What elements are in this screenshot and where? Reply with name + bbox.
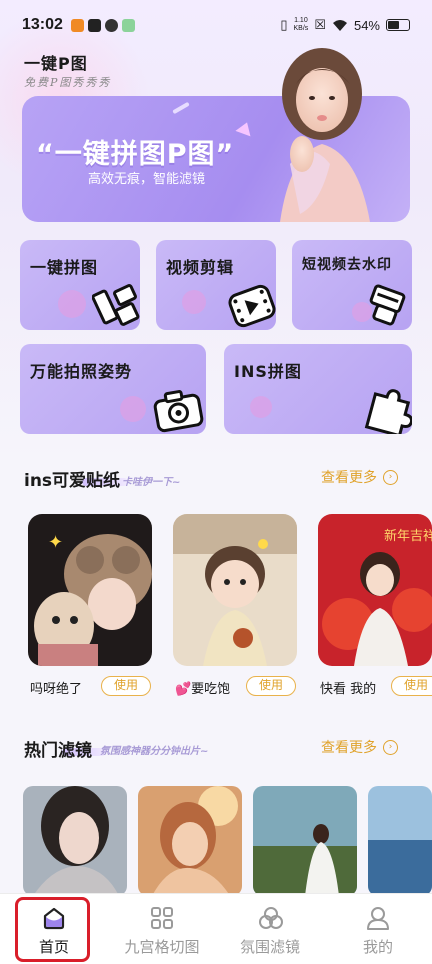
banner-decoration (172, 101, 190, 115)
battery-percent: 54% (353, 17, 380, 33)
feature-collage[interactable]: 一键拼图 (20, 240, 140, 330)
filters-title: 热门滤镜 (24, 741, 92, 761)
net-speed: 1.10 KB/s (294, 17, 309, 33)
sticker-image[interactable]: 新年吉祥 (318, 514, 432, 666)
stickers-subtitle: 卡哇伊一下~ (122, 477, 181, 488)
status-bar: 13:02 ▯ 1.10 KB/s ☒ 54% (0, 0, 432, 50)
feature-label: 万能拍照姿势 (30, 362, 133, 381)
nav-profile[interactable]: 我的 (324, 894, 432, 964)
tile-decoration (120, 396, 146, 422)
tile-decoration (250, 396, 272, 418)
filter-thumbnail[interactable] (138, 786, 242, 896)
watermark-remove-icon (369, 284, 406, 326)
nav-label: 氛围滤镜 (239, 938, 300, 956)
notification-icons (70, 18, 135, 32)
nav-label: 我的 (362, 938, 393, 956)
sticker-caption: 💕要吃饱 (175, 682, 231, 697)
banner-model-photo (280, 48, 370, 222)
use-button[interactable]: 使用 (391, 676, 432, 696)
tile-decoration (182, 290, 206, 314)
feature-label: INS拼图 (234, 362, 302, 381)
banner-headline: “一键拼图P图” (36, 139, 235, 170)
stickers-more-link[interactable]: 查看更多 › (321, 467, 398, 487)
stickers-title: ins可爱贴纸 (24, 471, 121, 491)
highlight-box (15, 897, 90, 962)
banner-tagline: 高效无痕，智能滤镜 (88, 172, 206, 187)
tile-decoration (58, 290, 86, 318)
feature-label: 短视频去水印 (302, 257, 392, 273)
filter-thumbnail[interactable] (253, 786, 357, 896)
sticker-caption: 快看 我的 (320, 682, 377, 697)
feature-watermark-remove[interactable]: 短视频去水印 (292, 240, 412, 330)
no-sim-icon: ☒ (314, 17, 326, 32)
filter-icon (259, 907, 283, 929)
use-button[interactable]: 使用 (101, 676, 151, 696)
collage-icon (92, 284, 140, 326)
sticker-image[interactable]: ✦ (28, 514, 152, 666)
notification-app-icon (121, 18, 135, 32)
feature-label: 视频剪辑 (166, 258, 235, 277)
feature-photo-pose[interactable]: 万能拍照姿势 (20, 344, 206, 434)
app-title: 一键P图 (24, 54, 88, 73)
feature-video-edit[interactable]: 视频剪辑 (156, 240, 276, 330)
filters-more-link[interactable]: 查看更多 › (321, 737, 398, 757)
video-edit-icon (228, 284, 276, 328)
filter-thumbnail[interactable] (368, 786, 432, 896)
profile-icon (367, 907, 389, 930)
svg-text:新年吉祥: 新年吉祥 (384, 528, 432, 544)
net-speed-value: 1.10 (294, 17, 308, 24)
nav-label: 九宫格切图 (124, 938, 200, 956)
use-button[interactable]: 使用 (246, 676, 296, 696)
nav-grid-cut[interactable]: 九宫格切图 (108, 894, 216, 964)
nav-filters[interactable]: 氛围滤镜 (216, 894, 324, 964)
status-right: ▯ 1.10 KB/s ☒ 54% (280, 17, 410, 33)
notification-app-icon (104, 18, 118, 32)
vibrate-icon: ▯ (280, 17, 288, 32)
svg-text:✦: ✦ (48, 532, 63, 553)
app-subtitle: 免费P图秀秀秀 (24, 76, 112, 89)
chevron-right-icon: › (383, 739, 398, 755)
puzzle-icon (364, 389, 412, 434)
filters-subtitle: 氛围感神器分分钟出片~ (100, 746, 209, 757)
feature-ins-collage[interactable]: INS拼图 (224, 344, 412, 434)
wifi-icon (332, 19, 347, 31)
feature-label: 一键拼图 (30, 258, 99, 277)
sticker-image[interactable] (173, 514, 297, 666)
net-speed-unit: KB/s (293, 25, 309, 32)
camera-icon (153, 390, 204, 433)
notification-app-icon (70, 18, 84, 32)
more-label: 查看更多 (321, 740, 377, 756)
battery-icon (386, 19, 410, 31)
chevron-right-icon: › (383, 469, 398, 485)
filter-thumbnail[interactable] (23, 786, 127, 896)
status-time: 13:02 (22, 16, 63, 33)
sticker-caption: 吗呀绝了 (30, 682, 83, 697)
grid-icon (151, 907, 173, 929)
more-label: 查看更多 (321, 470, 377, 486)
notification-app-icon (87, 18, 101, 32)
